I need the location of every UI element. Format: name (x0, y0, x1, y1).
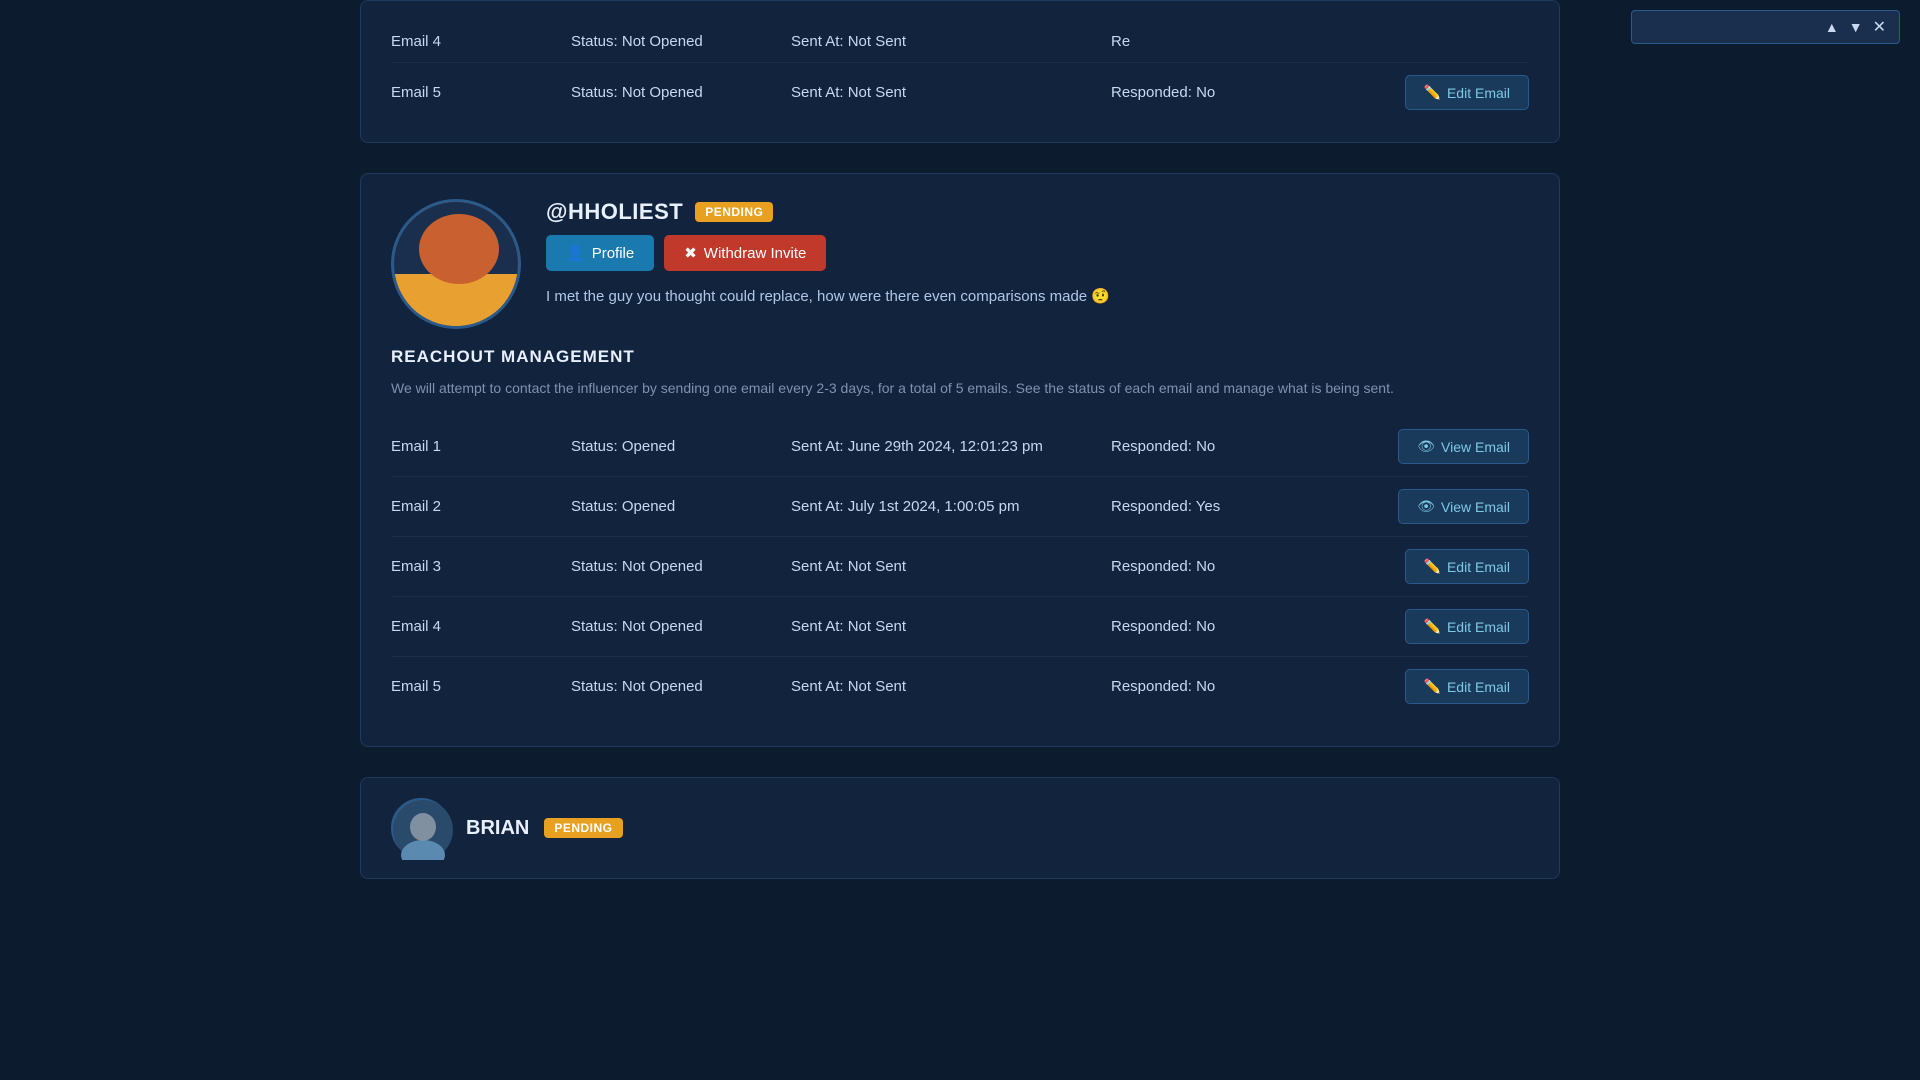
top-card: Email 4 Status: Not Opened Sent At: Not … (360, 0, 1560, 143)
find-bar: ▲ ▼ ✕ (1631, 10, 1900, 44)
table-row: Email 2 Status: Opened Sent At: July 1st… (391, 477, 1529, 537)
avatar-image (394, 199, 518, 329)
eye-icon: 👁 (1417, 438, 1435, 455)
edit-email-button[interactable]: ✏️ Edit Email (1405, 609, 1529, 644)
email-action: ✏️ Edit Email (1369, 669, 1529, 704)
status-badge: PENDING (544, 818, 622, 838)
table-row: Email 5 Status: Not Opened Sent At: Not … (391, 657, 1529, 716)
email-name: Email 1 (391, 438, 571, 455)
email-sent: Sent At: June 29th 2024, 12:01:23 pm (791, 438, 1111, 455)
email-responded: Responded: No (1111, 678, 1369, 695)
edit-icon: ✏️ (1424, 558, 1441, 575)
email-responded: Re (1111, 33, 1369, 50)
find-prev-button[interactable]: ▲ (1820, 17, 1844, 37)
profile-button[interactable]: 👤 Profile (546, 235, 654, 271)
email-status: Status: Not Opened (571, 678, 791, 695)
email-status: Status: Opened (571, 498, 791, 515)
email-name: Email 5 (391, 678, 571, 695)
email-action: 👁 View Email (1369, 429, 1529, 464)
email-responded: Responded: No (1111, 438, 1369, 455)
action-buttons: 👤 Profile ✖ Withdraw Invite (546, 235, 1529, 271)
bottom-handle: BRIAN (466, 817, 529, 840)
status-badge: PENDING (695, 202, 773, 222)
email-responded: Responded: No (1111, 84, 1369, 101)
email-name: Email 5 (391, 84, 571, 101)
email-status: Status: Not Opened (571, 33, 791, 50)
email-action: 👁 View Email (1369, 489, 1529, 524)
user-icon: 👤 (566, 244, 585, 262)
edit-email-button[interactable]: ✏️ Edit Email (1405, 549, 1529, 584)
email-sent: Sent At: Not Sent (791, 678, 1111, 695)
email-sent: Sent At: Not Sent (791, 84, 1111, 101)
email-responded: Responded: No (1111, 618, 1369, 635)
edit-icon: ✏️ (1424, 84, 1441, 101)
email-sent: Sent At: Not Sent (791, 33, 1111, 50)
avatar (391, 798, 451, 858)
email-status: Status: Not Opened (571, 84, 791, 101)
eye-icon: 👁 (1417, 498, 1435, 515)
view-email-button[interactable]: 👁 View Email (1398, 489, 1529, 524)
view-email-button[interactable]: 👁 View Email (1398, 429, 1529, 464)
email-name: Email 3 (391, 558, 571, 575)
withdraw-invite-button[interactable]: ✖ Withdraw Invite (664, 235, 826, 271)
edit-email-button[interactable]: ✏️ Edit Email (1405, 75, 1529, 110)
email-action: ✏️ Edit Email (1369, 609, 1529, 644)
email-status: Status: Opened (571, 438, 791, 455)
find-close-button[interactable]: ✕ (1868, 15, 1891, 39)
influencer-card: @HHOLIEST PENDING 👤 Profile ✖ Withdraw I… (360, 173, 1560, 747)
table-row: Email 4 Status: Not Opened Sent At: Not … (391, 21, 1529, 63)
table-row: Email 4 Status: Not Opened Sent At: Not … (391, 597, 1529, 657)
influencer-handle: @HHOLIEST (546, 199, 683, 225)
edit-email-button[interactable]: ✏️ Edit Email (1405, 669, 1529, 704)
email-responded: Responded: Yes (1111, 498, 1369, 515)
find-input[interactable] (1640, 19, 1820, 35)
table-row: Email 5 Status: Not Opened Sent At: Not … (391, 63, 1529, 122)
find-next-button[interactable]: ▼ (1844, 17, 1868, 37)
email-action: ✏️ Edit Email (1369, 549, 1529, 584)
table-row: Email 1 Status: Opened Sent At: June 29t… (391, 417, 1529, 477)
bottom-name-row: BRIAN PENDING (391, 798, 1529, 858)
email-name: Email 4 (391, 33, 571, 50)
bottom-card: BRIAN PENDING (360, 777, 1560, 879)
email-name: Email 4 (391, 618, 571, 635)
email-action: ✏️ Edit Email (1369, 75, 1529, 110)
email-sent: Sent At: Not Sent (791, 558, 1111, 575)
x-icon: ✖ (684, 244, 697, 262)
email-status: Status: Not Opened (571, 558, 791, 575)
main-content: Email 4 Status: Not Opened Sent At: Not … (360, 0, 1560, 879)
edit-icon: ✏️ (1424, 678, 1441, 695)
reachout-desc: We will attempt to contact the influence… (391, 377, 1529, 399)
page-wrapper: ▲ ▼ ✕ Email 4 Status: Not Opened Sent At… (0, 0, 1920, 1080)
email-status: Status: Not Opened (571, 618, 791, 635)
email-sent: Sent At: Not Sent (791, 618, 1111, 635)
reachout-title: REACHOUT MANAGEMENT (391, 347, 1529, 367)
influencer-quote: I met the guy you thought could replace,… (546, 286, 1529, 309)
avatar (391, 199, 521, 329)
reachout-section: REACHOUT MANAGEMENT We will attempt to c… (391, 347, 1529, 716)
influencer-header: @HHOLIEST PENDING 👤 Profile ✖ Withdraw I… (391, 199, 1529, 329)
table-row: Email 3 Status: Not Opened Sent At: Not … (391, 537, 1529, 597)
email-name: Email 2 (391, 498, 571, 515)
name-row: @HHOLIEST PENDING (546, 199, 1529, 225)
edit-icon: ✏️ (1424, 618, 1441, 635)
email-sent: Sent At: July 1st 2024, 1:00:05 pm (791, 498, 1111, 515)
influencer-info: @HHOLIEST PENDING 👤 Profile ✖ Withdraw I… (546, 199, 1529, 309)
email-responded: Responded: No (1111, 558, 1369, 575)
